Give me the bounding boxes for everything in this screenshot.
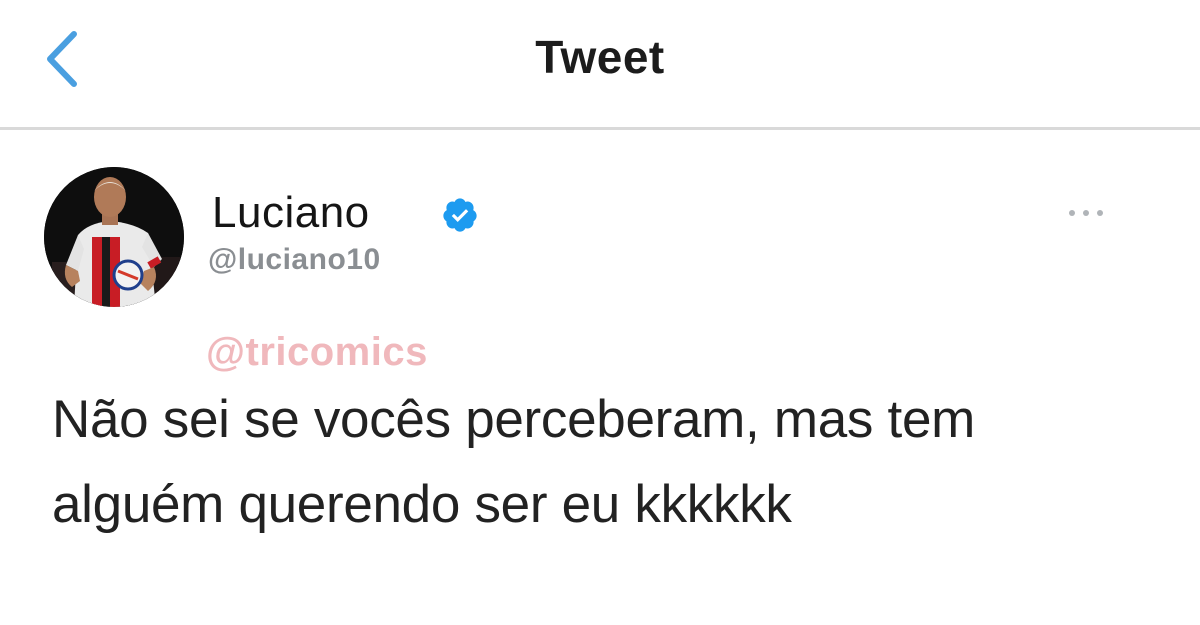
tweet-text: Não sei se vocês perceberam, mas tem alg…	[52, 377, 1172, 547]
avatar[interactable]	[44, 167, 184, 307]
page-title: Tweet	[535, 31, 665, 83]
more-horizontal-icon	[1069, 210, 1103, 216]
top-bar: Tweet	[0, 0, 1200, 128]
verified-badge-icon	[443, 198, 477, 232]
tweet-text-line: Não sei se vocês perceberam, mas tem	[52, 390, 975, 449]
profile-photo	[44, 167, 184, 307]
header-divider	[0, 127, 1200, 130]
author-display-name[interactable]: Luciano	[212, 188, 370, 238]
watermark: @tricomics	[206, 330, 428, 374]
tweet-text-line: alguém querendo ser eu kkkkkk	[52, 475, 792, 534]
author-handle: @luciano10	[208, 243, 381, 276]
more-options-button[interactable]	[1060, 200, 1112, 226]
